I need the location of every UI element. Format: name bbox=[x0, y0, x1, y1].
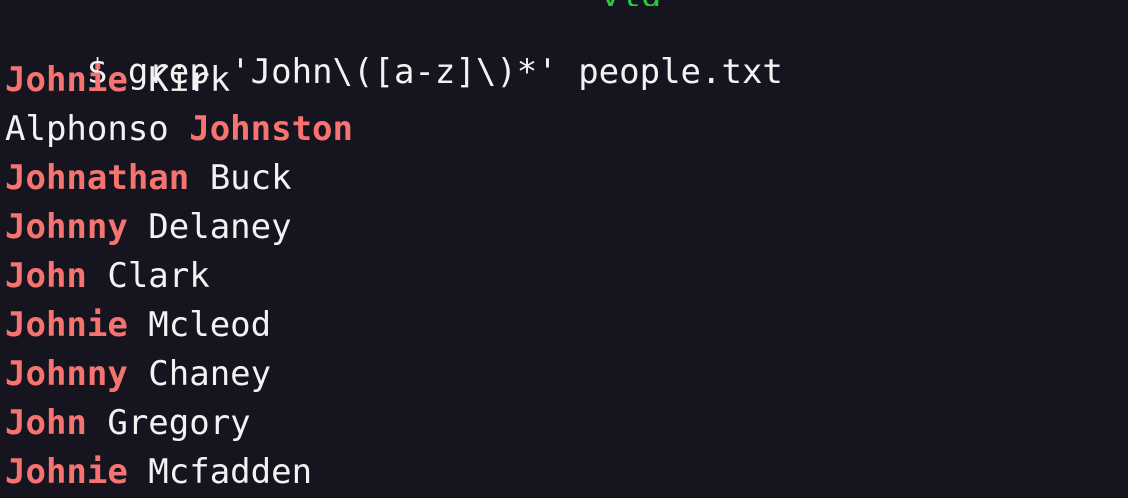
output-suffix: Buck bbox=[189, 158, 292, 198]
output-line: Johnie Mcfadden bbox=[5, 452, 312, 492]
output-suffix: Delaney bbox=[127, 207, 292, 247]
match-highlight: Johnny bbox=[5, 354, 128, 394]
output-line: Johnie Kirk bbox=[5, 60, 230, 100]
output-suffix: Chaney bbox=[127, 354, 272, 394]
output-line: Johnny Chaney bbox=[5, 354, 271, 394]
output-suffix: Clark bbox=[86, 256, 210, 296]
output-line: Alphonso Johnston bbox=[5, 109, 353, 149]
match-highlight: Johnny bbox=[5, 207, 128, 247]
clipped-previous-line: ylg bbox=[0, 0, 1128, 6]
output-suffix: Kirk bbox=[127, 60, 231, 100]
match-highlight: Johnie bbox=[5, 60, 128, 100]
output-suffix: Mcleod bbox=[127, 305, 272, 345]
output-line: Johnie Mcleod bbox=[5, 305, 271, 345]
terminal-window[interactable]: ylg $ grep 'John\([a-z]\)*' people.txt J… bbox=[0, 0, 1128, 498]
output-suffix: Gregory bbox=[86, 403, 251, 443]
match-highlight: Johnston bbox=[189, 109, 353, 149]
output-line: John Clark bbox=[5, 256, 210, 296]
match-highlight: John bbox=[5, 256, 87, 296]
match-highlight: Johnathan bbox=[5, 158, 190, 198]
output-line: Johnathan Buck bbox=[5, 158, 292, 198]
match-highlight: John bbox=[5, 403, 87, 443]
output-prefix: Alphonso bbox=[5, 109, 190, 149]
output-line: Johnny Delaney bbox=[5, 207, 292, 247]
command-line: $ grep 'John\([a-z]\)*' people.txt bbox=[5, 12, 783, 92]
match-highlight: Johnie bbox=[5, 452, 128, 492]
match-highlight: Johnie bbox=[5, 305, 128, 345]
clipped-text: ylg bbox=[600, 0, 661, 6]
output-suffix: Mcfadden bbox=[127, 452, 313, 492]
output-line: John Gregory bbox=[5, 403, 251, 443]
